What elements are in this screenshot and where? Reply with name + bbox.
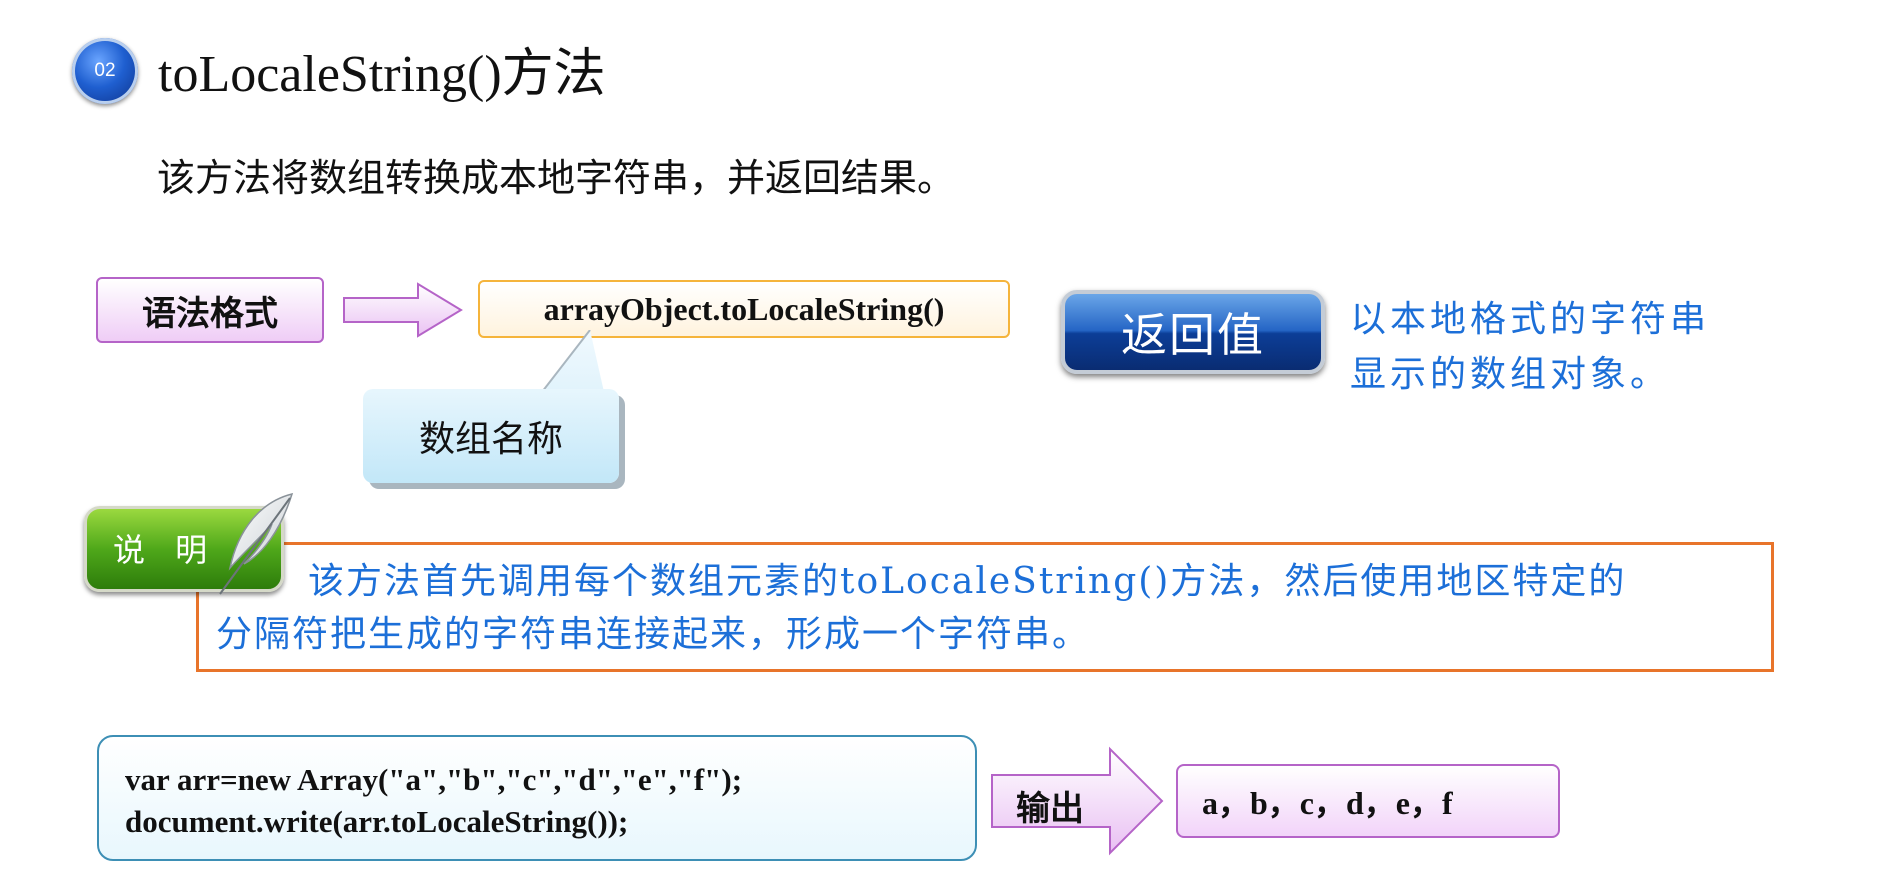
return-value-label: 返回值 xyxy=(1121,308,1265,362)
array-name-callout: 数组名称 xyxy=(363,389,619,483)
code-line1: var arr=new Array("a","b","c","d","e","f… xyxy=(125,762,743,797)
note-line1: 该方法首先调用每个数组元素的toLocaleString()方法，然后使用地区特… xyxy=(308,561,1627,602)
syntax-code-text: arrayObject.toLocaleString() xyxy=(543,290,945,327)
return-value-description: 以本地格式的字符串 显示的数组对象。 xyxy=(1350,292,1770,402)
return-value-button: 返回值 xyxy=(1061,290,1325,374)
right-arrow-icon xyxy=(343,282,463,338)
syntax-label: 语法格式 xyxy=(96,277,324,343)
output-value: a，b，c，d，e，f xyxy=(1202,785,1453,821)
callout-text: 数组名称 xyxy=(418,419,563,460)
syntax-label-text: 语法格式 xyxy=(142,293,278,334)
return-desc-line2: 显示的数组对象。 xyxy=(1350,354,1671,395)
section-number-badge: 02 xyxy=(72,38,138,104)
badge-number: 02 xyxy=(94,60,116,81)
intro-text: 该方法将数组转换成本地字符串，并返回结果。 xyxy=(157,156,956,200)
example-code-box: var arr=new Array("a","b","c","d","e","f… xyxy=(97,735,977,861)
code-line2: document.write(arr.toLocaleString()); xyxy=(125,804,629,839)
note-line2: 分隔符把生成的字符串连接起来，形成一个字符串。 xyxy=(216,614,1091,655)
page-title: toLocaleString()方法 xyxy=(158,46,606,103)
feather-icon xyxy=(219,492,294,595)
return-desc-line1: 以本地格式的字符串 xyxy=(1350,299,1711,340)
note-label-text: 说 明 xyxy=(113,531,218,569)
output-label: 输出 xyxy=(1016,789,1084,829)
note-text: 该方法首先调用每个数组元素的toLocaleString()方法，然后使用地区特… xyxy=(216,555,1761,661)
output-value-box: a，b，c，d，e，f xyxy=(1176,764,1560,838)
